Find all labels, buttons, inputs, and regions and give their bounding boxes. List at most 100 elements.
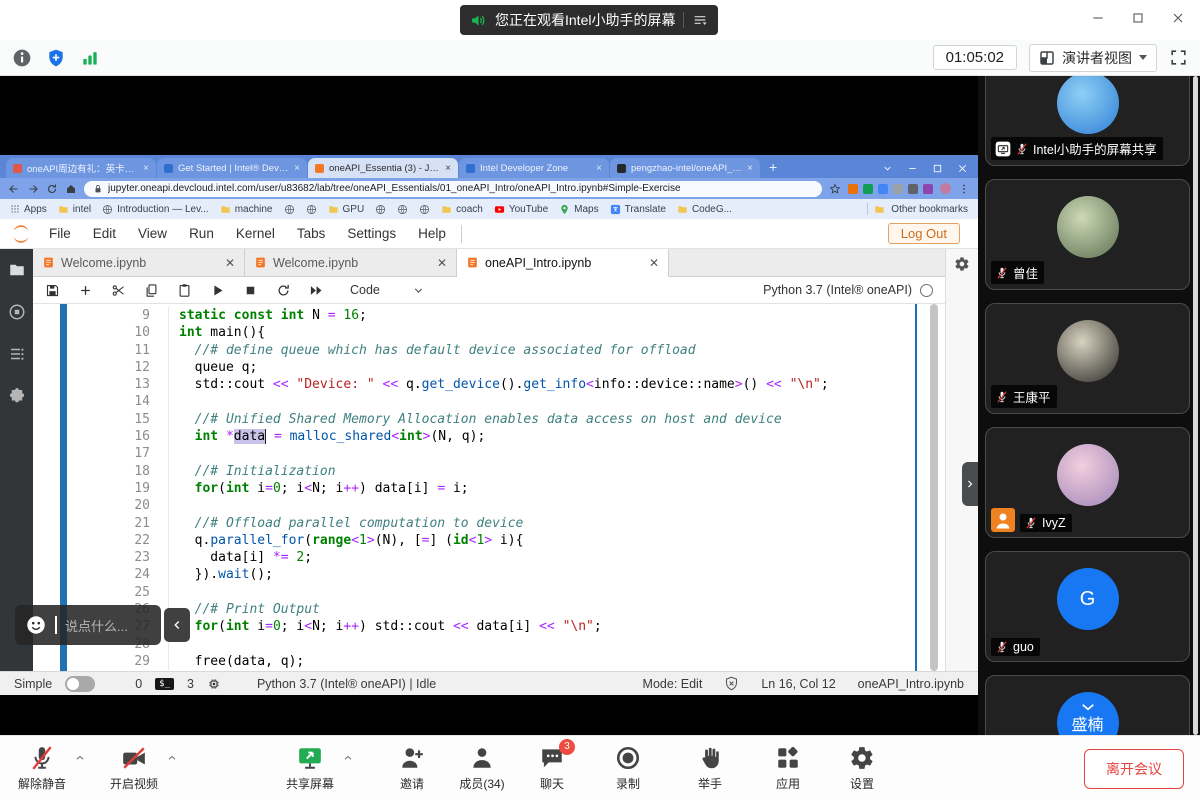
browser-menu-icon[interactable]: [958, 183, 970, 195]
bookmark-item[interactable]: Maps: [559, 204, 598, 215]
network-signal-icon[interactable]: [80, 48, 100, 68]
toolbar-unmute-button[interactable]: 解除静音: [10, 745, 74, 792]
leave-meeting-button[interactable]: 离开会议: [1084, 749, 1184, 789]
close-icon[interactable]: [1170, 10, 1186, 26]
back-icon[interactable]: [8, 183, 20, 195]
bookmark-item[interactable]: [284, 204, 295, 215]
paste-cell-icon[interactable]: [177, 283, 192, 298]
participants-scrollbar[interactable]: [1193, 76, 1198, 735]
other-bookmarks-label[interactable]: Other bookmarks: [891, 204, 968, 215]
extension-icon[interactable]: [863, 184, 873, 194]
menu-item-run[interactable]: Run: [178, 226, 225, 241]
chat-quick-input[interactable]: 说点什么...: [15, 605, 161, 645]
bookmark-item[interactable]: [306, 204, 317, 215]
browser-maximize-icon[interactable]: [932, 163, 943, 174]
extension-icon[interactable]: [878, 184, 888, 194]
extension-icon[interactable]: [908, 184, 918, 194]
chevron-up-icon[interactable]: [74, 752, 86, 764]
bookmark-item[interactable]: Apps: [10, 204, 47, 215]
run-cell-icon[interactable]: [210, 283, 225, 298]
toolbar-apps-button[interactable]: 应用: [756, 745, 820, 792]
bookmark-item[interactable]: [419, 204, 430, 215]
chevron-up-icon[interactable]: [166, 752, 178, 764]
save-icon[interactable]: [45, 283, 60, 298]
bookmark-item[interactable]: Translate: [610, 204, 666, 215]
running-sessions-icon[interactable]: [8, 303, 26, 321]
minimize-icon[interactable]: [1090, 10, 1106, 26]
extension-icon[interactable]: [923, 184, 933, 194]
cut-cell-icon[interactable]: [111, 283, 126, 298]
participant-tile[interactable]: IvyZ: [985, 427, 1190, 538]
view-mode-button[interactable]: 演讲者视图: [1029, 44, 1157, 72]
home-icon[interactable]: [65, 183, 77, 195]
browser-tab[interactable]: Intel Developer Zone×: [459, 158, 609, 178]
toolbar-chat-button[interactable]: 3聊天: [520, 745, 584, 792]
menu-item-tabs[interactable]: Tabs: [286, 226, 337, 241]
menu-item-help[interactable]: Help: [407, 226, 457, 241]
emoji-icon[interactable]: [25, 614, 47, 636]
tab-close-icon[interactable]: ×: [596, 163, 602, 174]
bookmark-item[interactable]: Introduction — Lev...: [102, 204, 209, 215]
chat-collapse-button[interactable]: [164, 608, 190, 642]
toolbar-raise-hand-button[interactable]: 举手: [678, 745, 742, 792]
notebook-tab[interactable]: Welcome.ipynb✕: [33, 249, 245, 276]
toolbar-share-screen-button[interactable]: 共享屏幕: [278, 745, 342, 792]
cell-type-dropdown[interactable]: Code: [350, 283, 380, 297]
notebook-tab[interactable]: Welcome.ipynb✕: [245, 249, 457, 276]
tab-close-icon[interactable]: ×: [747, 163, 753, 174]
menu-item-view[interactable]: View: [127, 226, 178, 241]
bookmark-item[interactable]: GPU: [328, 204, 365, 215]
toolbar-start-video-button[interactable]: 开启视频: [102, 745, 166, 792]
bookmark-item[interactable]: machine: [220, 204, 273, 215]
stop-kernel-icon[interactable]: [243, 283, 258, 298]
editor-mode[interactable]: Mode: Edit: [643, 677, 703, 691]
participant-tile[interactable]: Intel小助手的屏幕共享: [985, 76, 1190, 166]
menu-item-settings[interactable]: Settings: [336, 226, 407, 241]
tab-close-icon[interactable]: ×: [445, 163, 451, 174]
cursor-position[interactable]: Ln 16, Col 12: [761, 677, 835, 691]
browser-tab[interactable]: Get Started | Intel® DevCloud×: [157, 158, 307, 178]
tab-close-icon[interactable]: ✕: [437, 256, 447, 270]
chevron-up-icon[interactable]: [342, 752, 354, 764]
notebook-tab[interactable]: oneAPI_Intro.ipynb✕: [457, 249, 669, 277]
address-bar[interactable]: jupyter.oneapi.devcloud.intel.com/user/u…: [84, 181, 822, 197]
toolbar-settings-button[interactable]: 设置: [830, 745, 894, 792]
profile-avatar[interactable]: [940, 183, 951, 194]
more-participants-chevron-icon[interactable]: [1079, 698, 1097, 716]
reload-icon[interactable]: [46, 183, 58, 195]
security-shield-icon[interactable]: [46, 48, 66, 68]
forward-icon[interactable]: [27, 183, 39, 195]
restart-kernel-icon[interactable]: [276, 283, 291, 298]
bookmark-item[interactable]: CodeG...: [677, 204, 732, 215]
banner-menu-icon[interactable]: [692, 12, 708, 28]
fullscreen-icon[interactable]: [1169, 48, 1188, 67]
browser-close-icon[interactable]: [957, 163, 968, 174]
bookmark-item[interactable]: [375, 204, 386, 215]
browser-tab[interactable]: oneAPI周边有礼：英卡1介绍_同×: [6, 158, 156, 178]
extension-icon[interactable]: [848, 184, 858, 194]
tab-close-icon[interactable]: ✕: [225, 256, 235, 270]
participant-tile[interactable]: 王康平: [985, 303, 1190, 414]
maximize-icon[interactable]: [1130, 10, 1146, 26]
toolbar-invite-button[interactable]: 邀请: [380, 745, 444, 792]
copy-cell-icon[interactable]: [144, 283, 159, 298]
restart-run-all-icon[interactable]: [309, 283, 324, 298]
bookmark-item[interactable]: YouTube: [494, 204, 548, 215]
panel-expand-handle[interactable]: [962, 462, 978, 506]
menu-item-file[interactable]: File: [38, 226, 82, 241]
participant-tile[interactable]: 盛楠: [985, 675, 1190, 735]
kernel-status-text[interactable]: Python 3.7 (Intel® oneAPI) | Idle: [257, 677, 436, 691]
new-tab-button[interactable]: +: [761, 159, 787, 178]
meeting-info-icon[interactable]: [12, 48, 32, 68]
kernel-name[interactable]: Python 3.7 (Intel® oneAPI): [763, 283, 912, 297]
logout-button[interactable]: Log Out: [888, 223, 960, 244]
settings-gear-icon[interactable]: [954, 256, 970, 272]
bookmark-item[interactable]: intel: [58, 204, 91, 215]
browser-tab[interactable]: oneAPI_Essentia (3) - JupyterLab×: [308, 158, 458, 178]
tab-close-icon[interactable]: ×: [143, 163, 149, 174]
tab-close-icon[interactable]: ×: [294, 163, 300, 174]
extension-icon[interactable]: [893, 184, 903, 194]
editor-scrollbar[interactable]: [930, 304, 938, 671]
toolbar-record-button[interactable]: 录制: [596, 745, 660, 792]
tab-search-icon[interactable]: [882, 163, 893, 174]
